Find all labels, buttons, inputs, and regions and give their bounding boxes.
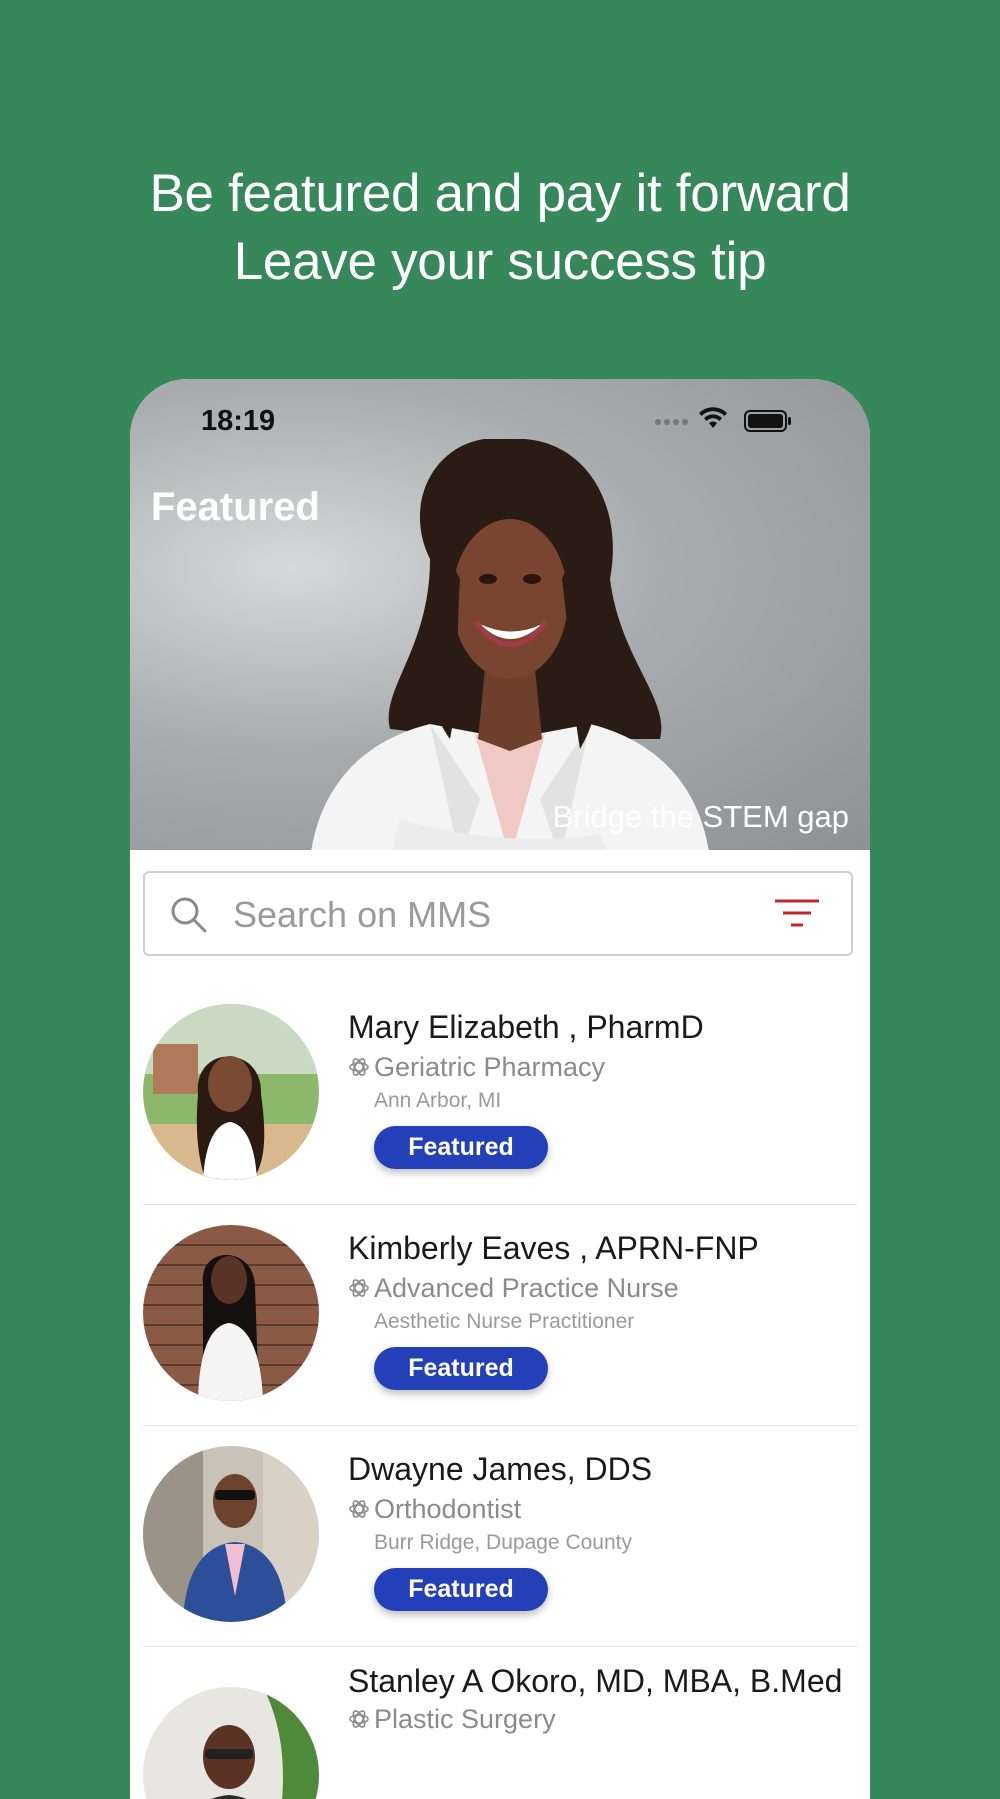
hero-title: Featured — [151, 485, 320, 529]
member-location: Ann Arbor, MI — [374, 1089, 502, 1112]
filter-icon[interactable] — [773, 897, 821, 931]
member-list: Mary Elizabeth , PharmD Geriatric Pharma… — [143, 984, 857, 1799]
member-specialty: Advanced Practice Nurse — [374, 1273, 679, 1303]
member-location: Aesthetic Nurse Practitioner — [374, 1310, 635, 1333]
featured-badge: Featured — [374, 1347, 548, 1390]
featured-badge: Featured — [374, 1126, 548, 1169]
signal-dots-icon — [655, 419, 688, 425]
list-item[interactable]: Dwayne James, DDS Orthodontist Burr Ridg… — [143, 1426, 857, 1647]
wifi-icon — [699, 407, 727, 428]
phone-screenshot: 18:19 Featured Bridge the STEM gap Searc… — [130, 379, 870, 1799]
atom-icon — [349, 1058, 369, 1076]
atom-icon — [349, 1279, 369, 1297]
status-icons — [654, 406, 824, 436]
member-location: Burr Ridge, Dupage County — [374, 1531, 632, 1554]
member-name: Dwayne James, DDS — [348, 1451, 653, 1487]
promo-line-1: Be featured and pay it forward — [149, 164, 851, 223]
member-name: Kimberly Eaves , APRN-FNP — [348, 1230, 759, 1266]
avatar — [143, 1446, 319, 1622]
promo-headline: Be featured and pay it forward Leave you… — [0, 160, 1000, 296]
status-time: 18:19 — [201, 405, 276, 437]
avatar — [143, 1225, 319, 1401]
hero-caption: Bridge the STEM gap — [552, 799, 849, 834]
featured-member-photo — [311, 439, 709, 850]
member-name: Stanley A Okoro, MD, MBA, B.Med — [348, 1663, 843, 1699]
atom-icon — [349, 1710, 369, 1728]
search-bar — [143, 871, 853, 956]
featured-hero-banner[interactable]: 18:19 Featured Bridge the STEM gap — [130, 379, 870, 850]
search-input[interactable] — [231, 885, 755, 945]
list-item[interactable]: Kimberly Eaves , APRN-FNP Advanced Pract… — [143, 1205, 857, 1426]
member-specialty: Plastic Surgery — [374, 1704, 556, 1734]
member-name: Mary Elizabeth , PharmD — [348, 1009, 704, 1045]
list-item[interactable]: Stanley A Okoro, MD, MBA, B.Med Plastic … — [143, 1647, 857, 1799]
battery-icon — [744, 410, 791, 432]
member-specialty: Orthodontist — [374, 1494, 522, 1524]
list-item[interactable]: Mary Elizabeth , PharmD Geriatric Pharma… — [143, 984, 857, 1205]
member-specialty: Geriatric Pharmacy — [374, 1052, 606, 1082]
search-icon — [171, 897, 207, 933]
avatar — [143, 1687, 319, 1799]
atom-icon — [349, 1500, 369, 1518]
avatar — [143, 1004, 319, 1180]
promo-line-2: Leave your success tip — [233, 232, 767, 291]
featured-badge: Featured — [374, 1568, 548, 1611]
